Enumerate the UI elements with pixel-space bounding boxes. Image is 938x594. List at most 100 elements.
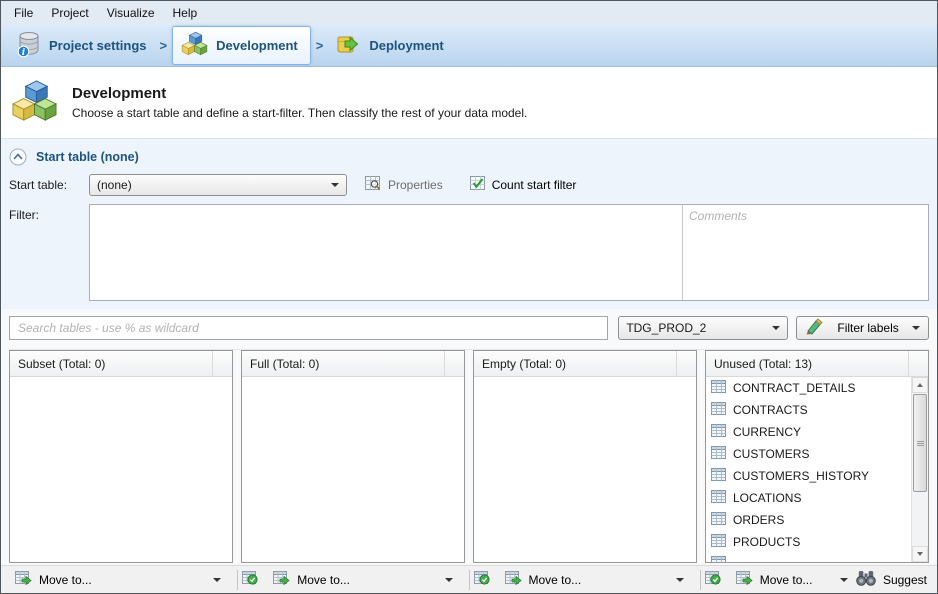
search-input[interactable] <box>9 316 608 340</box>
chevron-down-icon <box>213 578 221 582</box>
table-list-item[interactable]: LOCATIONS <box>706 487 911 509</box>
breadcrumb-label: Development <box>216 38 298 53</box>
unused-count-toggle-button[interactable] <box>703 569 724 591</box>
subset-actions: Move to... <box>9 566 235 593</box>
chevron-down-icon <box>912 326 920 330</box>
filter-label: Filter: <box>9 204 89 222</box>
table-list-item[interactable]: CUSTOMERS <box>706 443 911 465</box>
table-icon <box>711 556 726 562</box>
table-check-badge-icon <box>474 571 491 589</box>
menu-project[interactable]: Project <box>42 2 97 24</box>
unused-scrollbar[interactable] <box>911 377 928 562</box>
empty-actions: Move to... <box>472 566 698 593</box>
menu-bar: File Project Visualize Help <box>1 1 937 25</box>
triangle-up-icon <box>917 383 923 387</box>
binoculars-icon <box>856 570 876 589</box>
table-icon <box>711 534 726 550</box>
table-icon <box>711 490 726 506</box>
filter-box <box>89 204 929 301</box>
properties-button[interactable]: Properties <box>359 173 449 197</box>
filter-labels-button[interactable]: Filter labels <box>796 316 929 340</box>
menu-file[interactable]: File <box>5 2 42 24</box>
app-window: File Project Visualize Help i Project se… <box>0 0 938 594</box>
table-list-item[interactable]: ORDERS <box>706 509 911 531</box>
table-magnifier-icon <box>365 176 382 194</box>
chevron-down-icon <box>676 578 684 582</box>
table-list-item[interactable]: CONTRACTS <box>706 399 911 421</box>
panel-empty: Empty (Total: 0) <box>473 350 697 563</box>
breadcrumb-separator: > <box>160 38 168 53</box>
divider <box>469 570 470 590</box>
table-icon <box>711 446 726 462</box>
marker-pen-icon <box>805 318 824 338</box>
table-list-item[interactable]: CUSTOMERS_HISTORY <box>706 465 911 487</box>
unused-list[interactable]: CONTRACT_DETAILS CONTRACTS CURRENCY <box>706 377 911 562</box>
scrollbar-track[interactable] <box>912 393 928 546</box>
start-table-section: Start table (none) Start table: (none) P… <box>1 138 937 309</box>
cubes-icon-large <box>11 79 58 127</box>
breadcrumb: i Project settings > <box>1 25 937 67</box>
unused-move-to-button[interactable]: Move to... <box>730 569 854 591</box>
breadcrumb-development[interactable]: Development <box>172 26 311 65</box>
empty-move-to-button[interactable]: Move to... <box>499 569 698 591</box>
table-list-item[interactable]: CONTRACT_DETAILS <box>706 377 911 399</box>
table-icon <box>711 424 726 440</box>
table-name: CONTRACT_DETAILS <box>733 381 855 395</box>
subset-list[interactable] <box>10 377 232 562</box>
chevron-down-icon <box>445 578 453 582</box>
table-list-item[interactable] <box>706 553 911 562</box>
panel-subset-header[interactable]: Subset (Total: 0) <box>10 351 232 377</box>
table-name: LOCATIONS <box>733 491 801 505</box>
table-name: PRODUCTS <box>733 535 800 549</box>
table-list-item[interactable]: CURRENCY <box>706 421 911 443</box>
full-move-to-button[interactable]: Move to... <box>267 569 466 591</box>
breadcrumb-project-settings[interactable]: i Project settings <box>9 27 155 65</box>
page-header: Development Choose a start table and def… <box>1 67 937 138</box>
table-name: CUSTOMERS <box>733 447 809 461</box>
collapse-section-button[interactable] <box>9 148 27 166</box>
empty-count-toggle-button[interactable] <box>472 569 493 591</box>
chevron-down-icon <box>840 578 848 582</box>
panel-empty-header[interactable]: Empty (Total: 0) <box>474 351 696 377</box>
subset-move-to-button[interactable]: Move to... <box>9 569 235 591</box>
panel-subset: Subset (Total: 0) <box>9 350 233 563</box>
table-check-icon <box>469 176 486 194</box>
table-name: CUSTOMERS_HISTORY <box>733 469 869 483</box>
full-actions: Move to... <box>240 566 466 593</box>
breadcrumb-label: Project settings <box>49 38 147 53</box>
empty-list[interactable] <box>474 377 696 562</box>
schema-select[interactable]: TDG_PROD_2 <box>618 316 788 340</box>
breadcrumb-deployment[interactable]: Deployment <box>328 28 451 63</box>
table-list-item[interactable]: PRODUCTS <box>706 531 911 553</box>
full-count-toggle-button[interactable] <box>240 569 261 591</box>
table-arrow-icon <box>15 571 32 589</box>
classification-panels: Subset (Total: 0) Full (Total: 0) Empty … <box>9 349 929 563</box>
start-table-label: Start table: <box>9 178 89 192</box>
panel-full-header[interactable]: Full (Total: 0) <box>242 351 464 377</box>
count-start-filter-button[interactable]: Count start filter <box>463 173 583 197</box>
divider <box>237 570 238 590</box>
breadcrumb-label: Deployment <box>369 38 443 53</box>
table-icon <box>711 402 726 418</box>
comments-input[interactable] <box>682 205 928 300</box>
full-list[interactable] <box>242 377 464 562</box>
table-icon <box>711 380 726 396</box>
scrollbar-thumb[interactable] <box>913 394 927 492</box>
tables-area: TDG_PROD_2 Filter labels Subset (Tota <box>1 309 937 593</box>
scroll-down-button[interactable] <box>912 546 928 562</box>
divider <box>700 570 701 590</box>
scroll-up-button[interactable] <box>912 377 928 393</box>
table-arrow-icon <box>505 571 522 589</box>
database-info-icon: i <box>17 31 41 61</box>
chevron-down-icon <box>772 326 780 330</box>
menu-visualize[interactable]: Visualize <box>98 2 164 24</box>
panel-full: Full (Total: 0) <box>241 350 465 563</box>
package-arrow-icon <box>336 32 361 59</box>
menu-help[interactable]: Help <box>164 2 207 24</box>
bottom-bar: Move to... Move to... <box>1 565 937 593</box>
svg-text:i: i <box>22 48 26 58</box>
suggest-button[interactable]: Suggest <box>854 569 929 591</box>
filter-input[interactable] <box>90 205 682 300</box>
panel-unused-header[interactable]: Unused (Total: 13) <box>706 351 928 377</box>
start-table-select[interactable]: (none) <box>89 174 347 196</box>
